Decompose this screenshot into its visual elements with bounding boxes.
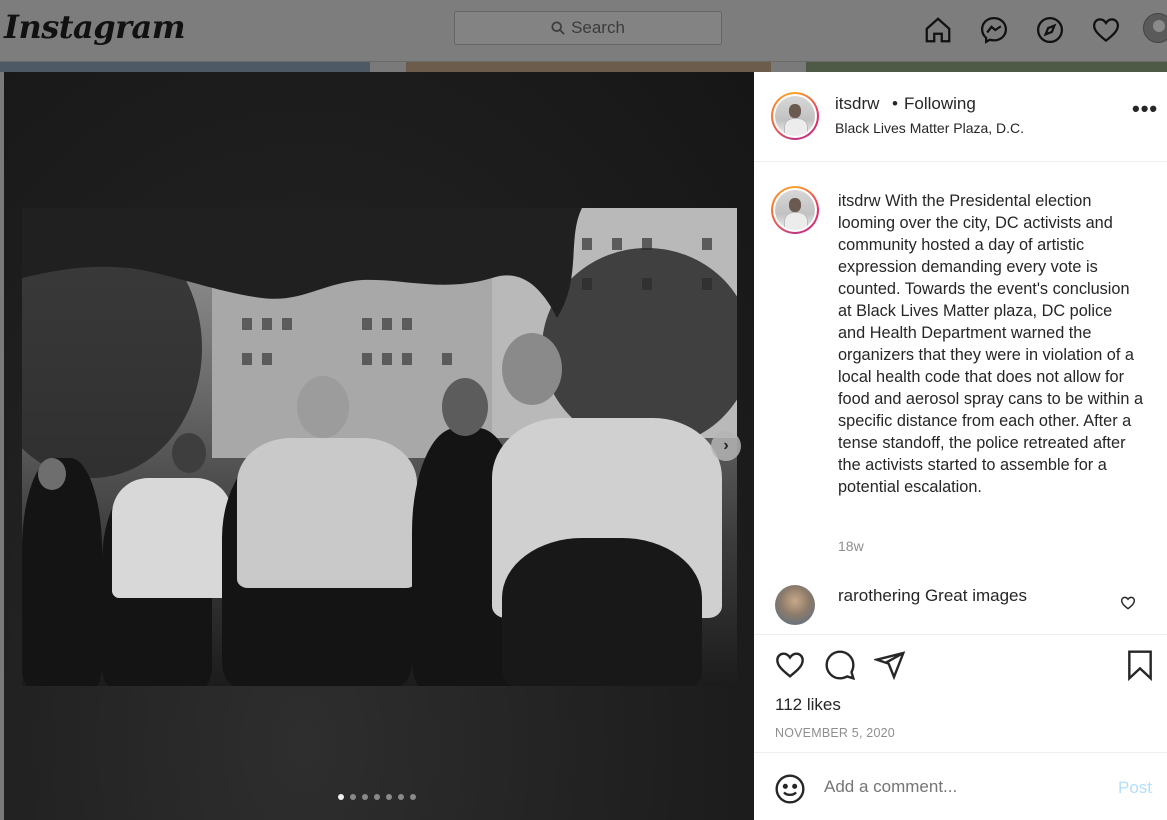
carousel-dot — [386, 794, 392, 800]
comment-text: Great images — [924, 586, 1027, 605]
caption-author-avatar[interactable] — [771, 186, 819, 234]
carousel-dot-active — [338, 794, 344, 800]
carousel-dot — [374, 794, 380, 800]
author-username[interactable]: itsdrw — [835, 94, 879, 114]
explore-compass-icon[interactable] — [1032, 12, 1068, 48]
likes-count[interactable]: 112 likes — [775, 695, 841, 715]
search-icon — [551, 21, 565, 35]
caption-username[interactable]: itsdrw — [838, 192, 881, 210]
search-box[interactable]: Search — [454, 11, 722, 45]
home-icon[interactable] — [920, 12, 956, 48]
post-photo[interactable] — [22, 208, 737, 686]
post-date: NOVEMBER 5, 2020 — [775, 726, 895, 740]
comment-item: rarothering Great images — [838, 586, 1027, 606]
nav-icons — [920, 12, 1124, 48]
comment-input[interactable] — [824, 777, 1064, 797]
more-options-icon[interactable]: ••• — [1132, 98, 1158, 120]
background-feed-thumbnails — [0, 62, 1167, 72]
author-avatar[interactable] — [771, 92, 819, 140]
top-navigation-bar: Instagram Search — [0, 0, 1167, 62]
post-media-carousel[interactable]: › — [4, 72, 754, 820]
comment-bubble-icon[interactable] — [824, 649, 856, 681]
profile-avatar[interactable] — [1143, 13, 1167, 43]
carousel-dot — [350, 794, 356, 800]
carousel-dot — [362, 794, 368, 800]
caption-age[interactable]: 18w — [838, 538, 864, 554]
activity-heart-icon[interactable] — [1088, 12, 1124, 48]
search-placeholder: Search — [571, 18, 625, 37]
post-location[interactable]: Black Lives Matter Plaza, D.C. — [835, 120, 1024, 136]
carousel-dot — [410, 794, 416, 800]
commenter-avatar[interactable] — [775, 585, 815, 625]
add-comment-bar: Post — [754, 752, 1167, 820]
like-heart-icon[interactable] — [774, 649, 806, 681]
carousel-dot — [398, 794, 404, 800]
post-caption: itsdrw With the Presidental election loo… — [838, 190, 1143, 498]
instagram-logo[interactable]: Instagram — [4, 8, 186, 46]
post-header: itsdrw • Following Black Lives Matter Pl… — [754, 72, 1167, 162]
messenger-icon[interactable] — [976, 12, 1012, 48]
following-button[interactable]: Following — [904, 94, 976, 114]
carousel-next-button[interactable]: › — [711, 431, 741, 461]
torn-paper-edge — [22, 208, 737, 318]
post-comment-button[interactable]: Post — [1118, 778, 1152, 798]
post-actions: 112 likes NOVEMBER 5, 2020 — [754, 634, 1167, 752]
post-details-panel: itsdrw • Following Black Lives Matter Pl… — [754, 72, 1167, 820]
header-separator: • — [892, 94, 898, 113]
comment-username[interactable]: rarothering — [838, 586, 920, 605]
comment-like-heart-icon[interactable] — [1120, 595, 1136, 611]
carousel-dots — [338, 794, 416, 800]
caption-text: With the Presidental election looming ov… — [838, 192, 1144, 496]
share-paper-plane-icon[interactable] — [872, 649, 906, 681]
save-bookmark-icon[interactable] — [1124, 649, 1156, 682]
emoji-smiley-icon[interactable] — [774, 773, 806, 805]
